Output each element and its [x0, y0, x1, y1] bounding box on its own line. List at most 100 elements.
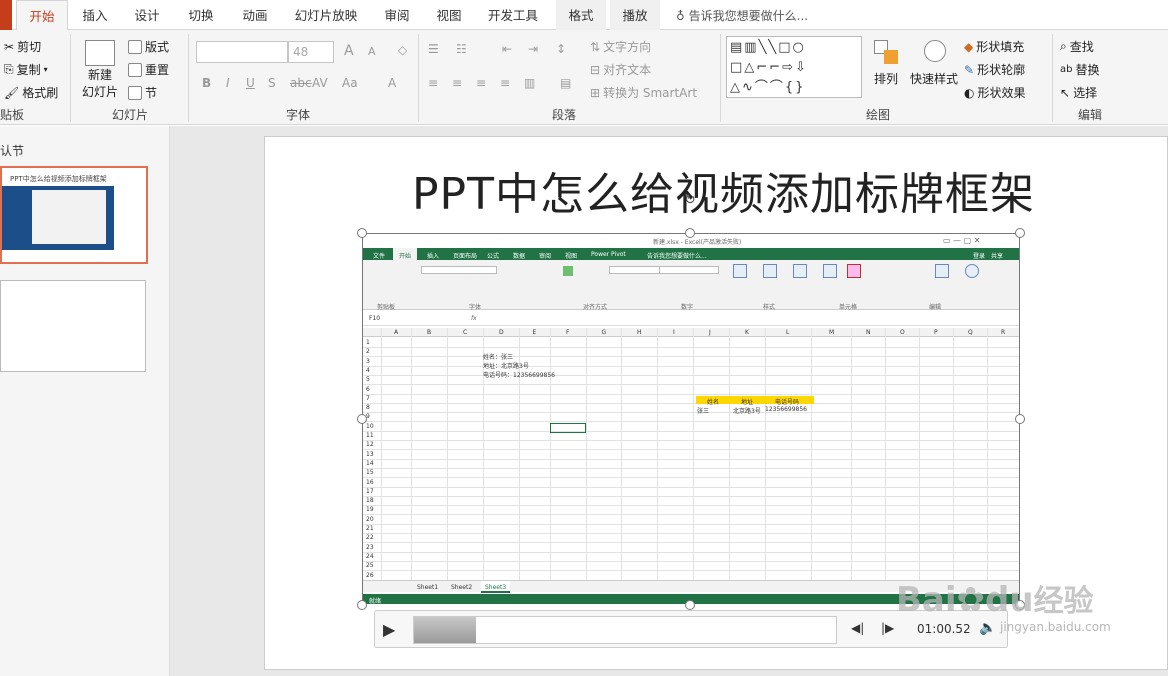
- numbering-icon[interactable]: ☷: [456, 42, 467, 56]
- resize-handle-bl[interactable]: [357, 600, 367, 610]
- font-size-box[interactable]: 48: [288, 41, 334, 63]
- excel-row-header: 3: [366, 357, 370, 365]
- shape-outline-button[interactable]: ✎ 形状轮廓: [964, 61, 1025, 78]
- video-object[interactable]: 新建.xlsx - Excel(产品激活失败) ▭ — ▢ ✕ 文件 开始 插入…: [362, 233, 1020, 605]
- new-slide-button[interactable]: 新建 幻灯片: [80, 36, 120, 100]
- tab-home[interactable]: 开始: [16, 0, 68, 31]
- tab-design[interactable]: 设计: [124, 0, 170, 30]
- ribbon: ✂ 剪切 ⎘ 复制 ▾ 🖌 格式刷 贴板 新建 幻灯片 版式 重置 节 幻灯片 48 A…: [0, 30, 1168, 125]
- italic-button[interactable]: I: [226, 76, 230, 90]
- copy-button[interactable]: ⎘ 复制 ▾: [4, 61, 48, 78]
- slide-thumbnail-1[interactable]: PPT中怎么给视频添加标牌框架: [0, 166, 148, 264]
- select-button[interactable]: ↖ 选择: [1060, 84, 1097, 101]
- clear-format-icon[interactable]: ◇: [398, 43, 407, 57]
- slide-thumbnail-2[interactable]: [0, 280, 146, 372]
- quick-styles-button[interactable]: 快速样式: [910, 70, 958, 87]
- skip-back-icon[interactable]: ◀|: [851, 621, 864, 635]
- distributed-icon[interactable]: ▥: [524, 76, 535, 90]
- font-color-button[interactable]: A: [388, 76, 396, 90]
- progress-track[interactable]: [413, 616, 837, 644]
- play-icon[interactable]: ▶: [383, 620, 395, 639]
- excel-title: 新建.xlsx - Excel(产品激活失败): [653, 239, 742, 246]
- shape-effects-button[interactable]: ◐ 形状效果: [964, 84, 1026, 101]
- char-spacing-button[interactable]: AV: [312, 76, 328, 90]
- excel-sheet1: Sheet1: [417, 584, 439, 591]
- divider: [70, 34, 71, 122]
- change-case-button[interactable]: Aa: [342, 76, 358, 90]
- pencil-icon: ✎: [964, 62, 975, 77]
- section-header[interactable]: 认节: [0, 142, 24, 159]
- tab-transitions[interactable]: 切换: [178, 0, 224, 30]
- resize-handle-tl[interactable]: [357, 228, 367, 238]
- resize-handle-tr[interactable]: [1015, 228, 1025, 238]
- align-right-icon[interactable]: ≡: [476, 76, 486, 90]
- grow-font-button[interactable]: A: [344, 43, 354, 59]
- underline-button[interactable]: U: [246, 76, 255, 90]
- clipboard-group-label: 贴板: [0, 108, 25, 122]
- smartart-button[interactable]: ⊞ 转换为 SmartArt: [590, 84, 697, 101]
- tab-playback[interactable]: 播放: [610, 0, 660, 30]
- progress-fill: [414, 617, 476, 643]
- excel-ribbon: 剪贴板 字体 对齐方式 数字 样式 单元格 编辑: [363, 260, 1019, 311]
- tab-animations[interactable]: 动画: [232, 0, 278, 30]
- smartart-label: 转换为 SmartArt: [603, 86, 698, 100]
- find-label: 查找: [1069, 40, 1094, 54]
- resize-handle-r[interactable]: [1015, 414, 1025, 424]
- shape-fill-button[interactable]: ◆ 形状填充: [964, 38, 1024, 55]
- arrange-icon: [872, 38, 902, 68]
- align-center-icon[interactable]: ≡: [452, 76, 462, 90]
- slide-title[interactable]: PPT中怎么给视频添加标牌框架: [412, 158, 1035, 222]
- align-text-button[interactable]: ⊟ 对齐文本: [590, 61, 651, 78]
- replace-button[interactable]: ab 替换: [1060, 61, 1100, 78]
- excel-row-header: 4: [366, 366, 370, 374]
- tell-me-box[interactable]: ♁ 告诉我您想要做什么...: [676, 0, 808, 30]
- columns-icon[interactable]: ▤: [560, 76, 571, 90]
- new-slide-label-2: 幻灯片: [81, 85, 118, 99]
- text-direction-button[interactable]: ⇅ 文字方向: [590, 38, 651, 55]
- resize-handle-b[interactable]: [685, 600, 695, 610]
- tab-insert[interactable]: 插入: [72, 0, 118, 30]
- tab-view[interactable]: 视图: [426, 0, 472, 30]
- reset-button[interactable]: 重置: [128, 61, 169, 78]
- resize-handle-t[interactable]: [685, 228, 695, 238]
- bullets-icon[interactable]: ☰: [428, 42, 439, 56]
- volume-icon[interactable]: 🔈: [979, 620, 996, 636]
- outdent-icon[interactable]: ⇥: [528, 42, 538, 56]
- tab-format[interactable]: 格式: [556, 0, 606, 30]
- arrange-button[interactable]: 排列: [874, 70, 898, 87]
- shadow-button[interactable]: S: [268, 76, 276, 90]
- justify-icon[interactable]: ≡: [500, 76, 510, 90]
- shrink-font-button[interactable]: A: [368, 45, 376, 58]
- grid-line: [363, 393, 1019, 395]
- excel-tab-data: 数据: [513, 253, 526, 260]
- copy-icon: ⎘: [4, 62, 14, 76]
- line-spacing-icon[interactable]: ↕: [556, 42, 566, 56]
- find-button[interactable]: ⌕ 查找: [1060, 38, 1094, 55]
- arrange-label: 排列: [874, 72, 899, 86]
- skip-forward-icon[interactable]: |▶: [881, 621, 894, 635]
- file-tab-edge[interactable]: [0, 0, 12, 30]
- font-name-box[interactable]: [196, 41, 288, 63]
- slides-group-label: 幻灯片: [111, 108, 148, 122]
- section-button[interactable]: 节: [128, 84, 157, 101]
- resize-handle-l[interactable]: [357, 414, 367, 424]
- excel-val-phone: 12356699856: [765, 406, 807, 413]
- cut-button[interactable]: ✂ 剪切: [4, 38, 41, 55]
- bold-button[interactable]: B: [202, 76, 211, 90]
- tab-slideshow[interactable]: 幻灯片放映: [286, 0, 366, 30]
- align-left-icon[interactable]: ≡: [428, 76, 438, 90]
- rotate-handle-icon[interactable]: ↻: [682, 192, 698, 208]
- layout-button[interactable]: 版式: [128, 38, 169, 55]
- tab-developer[interactable]: 开发工具: [480, 0, 546, 30]
- tab-review[interactable]: 审阅: [374, 0, 420, 30]
- grid-line: [363, 542, 1019, 544]
- format-painter-button[interactable]: 🖌 格式刷: [4, 84, 58, 101]
- layout-label: 版式: [145, 40, 170, 54]
- indent-icon[interactable]: ⇤: [502, 42, 512, 56]
- smartart-icon: ⊞: [590, 85, 601, 100]
- excel-row-header: 26: [366, 571, 374, 579]
- shapes-gallery[interactable]: ▤▥╲╲□○ □△⌐⌐⇨⇩ △∿⌒⌒{}: [726, 36, 862, 98]
- grid-line: [363, 514, 1019, 516]
- strikethrough-button[interactable]: abc: [290, 76, 312, 90]
- thumbnail-title: PPT中怎么给视频添加标牌框架: [10, 175, 107, 183]
